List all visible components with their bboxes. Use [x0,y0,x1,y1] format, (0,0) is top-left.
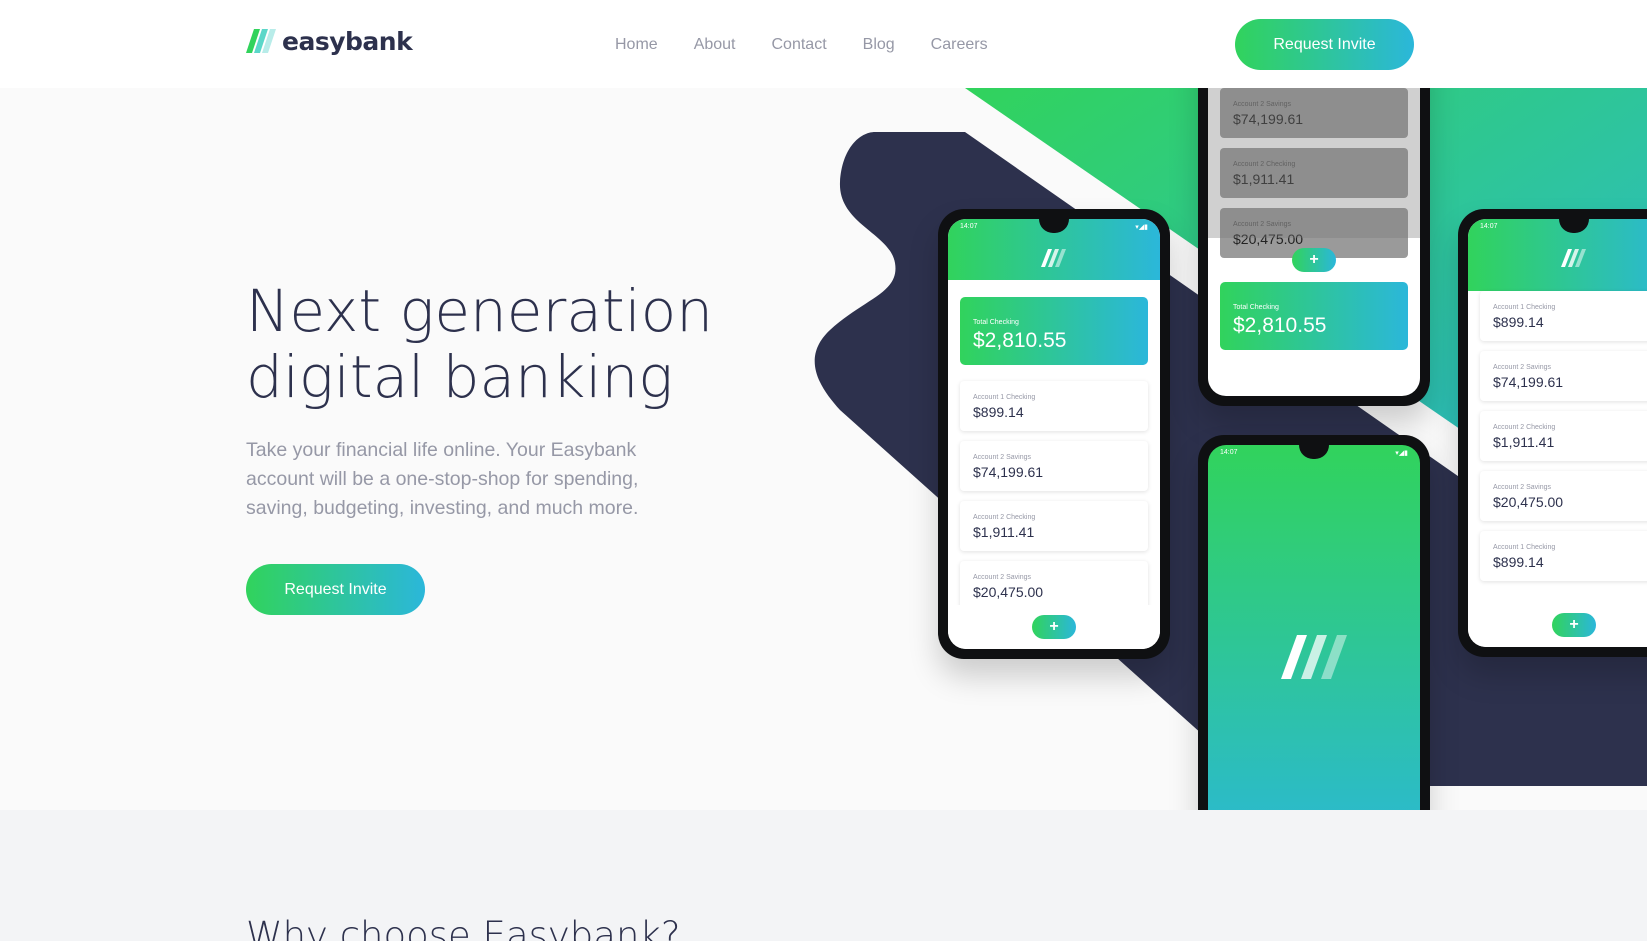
account-amount: $74,199.61 [973,464,1044,480]
dim-overlay [1208,88,1420,238]
nav-careers[interactable]: Careers [931,36,988,54]
phone-mockup-top: Account 2 Savings $74,199.61 Account 2 Ch… [1198,88,1430,406]
section-title: Why choose Easybank? [246,914,681,941]
total-label: Total Checking [973,319,1019,326]
total-checking-card[interactable]: Total Checking $2,810.55 [960,297,1148,365]
total-amount: $2,810.55 [973,329,1067,352]
hero-title-line2: digital banking [246,343,674,411]
bottom-bar: + [1468,603,1647,647]
account-amount: $1,911.41 [1493,434,1555,450]
account-item[interactable]: Account 2 Savings $20,475.00 [960,561,1148,611]
app-logo-icon [1561,249,1586,267]
hero-section: Next generation digital banking Take you… [0,88,1647,810]
splash-logo-icon [1281,635,1347,679]
account-label: Account 2 Checking [1493,424,1556,431]
account-item[interactable]: Account 1 Checking $899.14 [1480,291,1647,341]
account-label: Account 1 Checking [1493,304,1556,311]
add-button[interactable]: + [1032,615,1076,639]
account-amount: $20,475.00 [1493,494,1564,510]
account-item[interactable]: Account 2 Savings $74,199.61 [1480,351,1647,401]
account-amount: $899.14 [1493,554,1544,570]
account-item[interactable]: Account 2 Checking $1,911.41 [1480,411,1647,461]
total-label: Total Checking [1233,304,1279,311]
account-item[interactable]: Account 2 Checking $1,911.41 [960,501,1148,551]
phone-mockup-main: 14:07 ▾◢▮ Total Checking $2,810.55 Accoun… [938,209,1170,659]
request-invite-button[interactable]: Request Invite [1235,19,1414,70]
account-item[interactable]: Account 2 Savings $74,199.61 [960,441,1148,491]
nav-about[interactable]: About [694,36,736,54]
nav-blog[interactable]: Blog [863,36,895,54]
status-time: 14:07 [1220,449,1238,456]
account-label: Account 2 Savings [1493,484,1551,491]
add-button[interactable]: + [1552,613,1596,637]
why-choose-section: Why choose Easybank? [0,810,1647,941]
account-item[interactable]: Account 2 Savings $20,475.00 [1480,471,1647,521]
account-label: Account 2 Checking [973,514,1036,521]
nav-contact[interactable]: Contact [772,36,827,54]
site-header: easybank Home About Contact Blog Careers… [0,0,1647,88]
bottom-bar: + [948,605,1160,649]
phone-screen: 14:07 Account 1 Checking $899.14 Account … [1468,219,1647,647]
app-logo-icon [1041,249,1066,267]
hero-title: Next generation digital banking [246,278,766,410]
total-checking-card[interactable]: Total Checking $2,810.55 [1220,282,1408,350]
main-nav: Home About Contact Blog Careers [615,36,1024,54]
account-amount: $1,911.41 [973,524,1035,540]
logo-icon [246,29,276,53]
account-label: Account 1 Checking [1493,544,1556,551]
hero-description: Take your financial life online. Your Ea… [246,439,639,519]
account-amount: $899.14 [973,404,1024,420]
account-amount: $74,199.61 [1493,374,1564,390]
account-label: Account 2 Savings [973,574,1031,581]
logo-text: easybank [282,26,413,56]
phone-mockup-splash: 14:07 ▾◢▮ [1198,435,1430,810]
status-time: 14:07 [960,223,978,230]
phone-screen: 14:07 ▾◢▮ [1208,445,1420,810]
nav-home[interactable]: Home [615,36,658,54]
hero-request-invite-button[interactable]: Request Invite [246,564,425,615]
logo[interactable]: easybank [246,26,413,56]
account-item[interactable]: Account 1 Checking $899.14 [960,381,1148,431]
status-time: 14:07 [1480,223,1498,230]
account-amount: $899.14 [1493,314,1544,330]
signal-icon: ▾◢▮ [1395,450,1408,457]
hero-illustration: 14:07 ▾◢▮ Total Checking $2,810.55 Accoun… [760,88,1647,810]
account-label: Account 1 Checking [973,394,1036,401]
phone-screen: 14:07 ▾◢▮ Total Checking $2,810.55 Accoun… [948,219,1160,649]
phone-screen: Account 2 Savings $74,199.61 Account 2 Ch… [1208,88,1420,396]
account-label: Account 2 Savings [973,454,1031,461]
add-button[interactable]: + [1292,248,1336,272]
total-amount: $2,810.55 [1233,314,1327,337]
hero-title-line1: Next generation [246,277,713,345]
account-amount: $20,475.00 [973,584,1044,600]
signal-icon: ▾◢▮ [1135,224,1148,231]
phone-mockup-right: 14:07 Account 1 Checking $899.14 Account … [1458,209,1647,657]
account-item[interactable]: Account 1 Checking $899.14 [1480,531,1647,581]
account-label: Account 2 Savings [1493,364,1551,371]
